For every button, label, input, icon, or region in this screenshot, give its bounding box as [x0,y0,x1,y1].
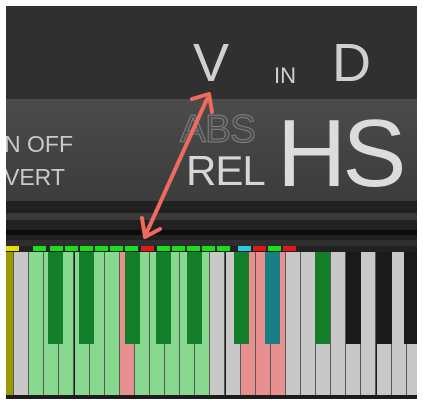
black-key[interactable] [404,252,417,344]
key-led [202,246,215,251]
key-led [157,246,170,251]
piano-keyboard[interactable] [6,252,417,399]
key-led [253,246,266,251]
black-key[interactable] [156,252,171,344]
key-led [65,246,78,251]
instrument-panel: V IN D N OFF VERT ABS REL HS [6,6,417,399]
key-led [6,246,19,251]
key-led [80,246,93,251]
key-led [110,246,123,251]
key-led [187,246,200,251]
divider-line [6,213,417,220]
white-key[interactable] [361,252,377,395]
black-key[interactable] [234,252,249,344]
vert-option[interactable]: VERT [6,166,65,189]
key-led [125,246,138,251]
black-key[interactable] [79,252,94,344]
white-key[interactable] [6,252,15,395]
key-led [283,246,296,251]
divider-line [6,230,417,235]
hs-display: HS [277,100,406,207]
key-letter[interactable]: D [332,36,371,90]
key-led [172,246,185,251]
mode-letter[interactable]: V [193,36,229,90]
white-key[interactable] [14,252,30,395]
key-led [238,246,251,251]
white-key[interactable] [301,252,317,395]
black-key[interactable] [187,252,202,344]
black-key[interactable] [377,252,392,344]
in-label: IN [274,63,296,88]
key-led [217,246,230,251]
black-key[interactable] [315,252,330,344]
white-key[interactable] [104,252,120,395]
black-key[interactable] [265,252,280,344]
key-led [268,246,281,251]
key-led [141,246,154,251]
key-led [50,246,63,251]
white-key[interactable] [29,252,45,395]
off-option[interactable]: N OFF [6,133,73,156]
white-key[interactable] [331,252,347,395]
black-key[interactable] [346,252,361,344]
rel-toggle[interactable]: REL [186,150,266,192]
abs-toggle[interactable]: ABS [179,110,256,150]
black-key[interactable] [48,252,63,344]
key-led [95,246,108,251]
key-led [33,246,46,251]
white-key[interactable] [285,252,301,395]
white-key[interactable] [210,252,226,395]
black-key[interactable] [125,252,140,344]
mode-bar: V IN D [6,6,417,99]
